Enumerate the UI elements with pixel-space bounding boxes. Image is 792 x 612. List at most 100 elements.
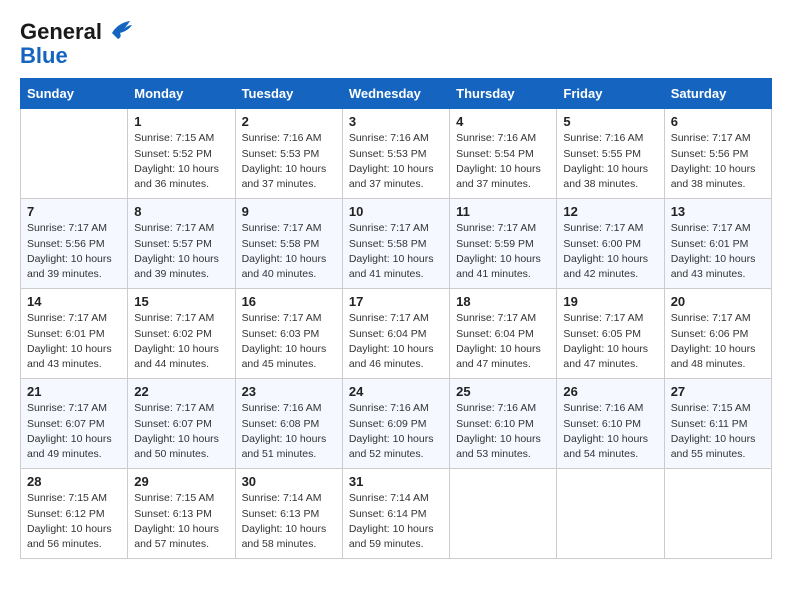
day-number: 19 (563, 294, 657, 309)
day-number: 16 (242, 294, 336, 309)
day-number: 3 (349, 114, 443, 129)
day-number: 26 (563, 384, 657, 399)
week-row-3: 14 Sunrise: 7:17 AMSunset: 6:01 PMDayligh… (21, 289, 772, 379)
calendar-cell: 1 Sunrise: 7:15 AMSunset: 5:52 PMDaylight… (128, 109, 235, 199)
day-info: Sunrise: 7:17 AMSunset: 5:56 PMDaylight:… (671, 131, 765, 192)
day-number: 18 (456, 294, 550, 309)
calendar-cell: 12 Sunrise: 7:17 AMSunset: 6:00 PMDayligh… (557, 199, 664, 289)
day-number: 12 (563, 204, 657, 219)
calendar-cell: 19Sunrise: 7:17 AMSunset: 6:05 PMDayligh… (557, 289, 664, 379)
header-cell-friday: Friday (557, 79, 664, 109)
day-info: Sunrise: 7:16 AMSunset: 6:10 PMDaylight:… (563, 401, 657, 462)
page-header: GeneralBlue (20, 20, 772, 68)
calendar-cell: 11 Sunrise: 7:17 AMSunset: 5:59 PMDayligh… (450, 199, 557, 289)
day-number: 22 (134, 384, 228, 399)
day-number: 30 (242, 474, 336, 489)
header-cell-monday: Monday (128, 79, 235, 109)
day-number: 31 (349, 474, 443, 489)
calendar-cell: 28 Sunrise: 7:15 AMSunset: 6:12 PMDayligh… (21, 469, 128, 559)
calendar-cell: 2 Sunrise: 7:16 AMSunset: 5:53 PMDaylight… (235, 109, 342, 199)
calendar-cell: 10 Sunrise: 7:17 AMSunset: 5:58 PMDayligh… (342, 199, 449, 289)
calendar-cell (557, 469, 664, 559)
calendar-cell: 22 Sunrise: 7:17 AMSunset: 6:07 PMDayligh… (128, 379, 235, 469)
calendar-cell: 24Sunrise: 7:16 AMSunset: 6:09 PMDayligh… (342, 379, 449, 469)
week-row-4: 21 Sunrise: 7:17 AMSunset: 6:07 PMDayligh… (21, 379, 772, 469)
week-row-2: 7 Sunrise: 7:17 AMSunset: 5:56 PMDaylight… (21, 199, 772, 289)
day-info: Sunrise: 7:17 AMSunset: 6:07 PMDaylight:… (134, 401, 228, 462)
calendar-cell: 25 Sunrise: 7:16 AMSunset: 6:10 PMDayligh… (450, 379, 557, 469)
day-number: 1 (134, 114, 228, 129)
day-info: Sunrise: 7:15 AMSunset: 6:13 PMDaylight:… (134, 491, 228, 552)
calendar-cell: 7 Sunrise: 7:17 AMSunset: 5:56 PMDaylight… (21, 199, 128, 289)
day-info: Sunrise: 7:15 AMSunset: 5:52 PMDaylight:… (134, 131, 228, 192)
calendar-cell: 27 Sunrise: 7:15 AMSunset: 6:11 PMDayligh… (664, 379, 771, 469)
calendar-cell: 9 Sunrise: 7:17 AMSunset: 5:58 PMDaylight… (235, 199, 342, 289)
day-number: 4 (456, 114, 550, 129)
day-info: Sunrise: 7:17 AMSunset: 6:06 PMDaylight:… (671, 311, 765, 372)
header-cell-saturday: Saturday (664, 79, 771, 109)
day-number: 10 (349, 204, 443, 219)
day-number: 9 (242, 204, 336, 219)
day-info: Sunrise: 7:17 AMSunset: 6:01 PMDaylight:… (671, 221, 765, 282)
calendar-cell (21, 109, 128, 199)
header-row: SundayMondayTuesdayWednesdayThursdayFrid… (21, 79, 772, 109)
calendar-cell (450, 469, 557, 559)
header-cell-sunday: Sunday (21, 79, 128, 109)
day-info: Sunrise: 7:17 AMSunset: 6:07 PMDaylight:… (27, 401, 121, 462)
calendar-table: SundayMondayTuesdayWednesdayThursdayFrid… (20, 78, 772, 559)
day-info: Sunrise: 7:16 AMSunset: 5:54 PMDaylight:… (456, 131, 550, 192)
calendar-cell: 30 Sunrise: 7:14 AMSunset: 6:13 PMDayligh… (235, 469, 342, 559)
day-info: Sunrise: 7:16 AMSunset: 6:10 PMDaylight:… (456, 401, 550, 462)
day-number: 17 (349, 294, 443, 309)
day-number: 14 (27, 294, 121, 309)
header-cell-tuesday: Tuesday (235, 79, 342, 109)
day-info: Sunrise: 7:16 AMSunset: 6:08 PMDaylight:… (242, 401, 336, 462)
day-info: Sunrise: 7:17 AMSunset: 5:58 PMDaylight:… (349, 221, 443, 282)
day-number: 20 (671, 294, 765, 309)
day-number: 23 (242, 384, 336, 399)
calendar-cell: 20 Sunrise: 7:17 AMSunset: 6:06 PMDayligh… (664, 289, 771, 379)
day-info: Sunrise: 7:14 AMSunset: 6:13 PMDaylight:… (242, 491, 336, 552)
calendar-cell: 31Sunrise: 7:14 AMSunset: 6:14 PMDayligh… (342, 469, 449, 559)
day-info: Sunrise: 7:17 AMSunset: 5:59 PMDaylight:… (456, 221, 550, 282)
logo: GeneralBlue (20, 20, 136, 68)
day-number: 21 (27, 384, 121, 399)
calendar-cell: 3 Sunrise: 7:16 AMSunset: 5:53 PMDaylight… (342, 109, 449, 199)
day-number: 11 (456, 204, 550, 219)
calendar-cell: 4 Sunrise: 7:16 AMSunset: 5:54 PMDaylight… (450, 109, 557, 199)
calendar-cell: 6 Sunrise: 7:17 AMSunset: 5:56 PMDaylight… (664, 109, 771, 199)
day-info: Sunrise: 7:17 AMSunset: 6:01 PMDaylight:… (27, 311, 121, 372)
calendar-cell: 21 Sunrise: 7:17 AMSunset: 6:07 PMDayligh… (21, 379, 128, 469)
calendar-cell: 29 Sunrise: 7:15 AMSunset: 6:13 PMDayligh… (128, 469, 235, 559)
day-info: Sunrise: 7:17 AMSunset: 5:58 PMDaylight:… (242, 221, 336, 282)
day-number: 25 (456, 384, 550, 399)
day-number: 29 (134, 474, 228, 489)
day-info: Sunrise: 7:16 AMSunset: 5:53 PMDaylight:… (349, 131, 443, 192)
day-number: 6 (671, 114, 765, 129)
calendar-cell: 15Sunrise: 7:17 AMSunset: 6:02 PMDayligh… (128, 289, 235, 379)
day-number: 24 (349, 384, 443, 399)
day-info: Sunrise: 7:15 AMSunset: 6:11 PMDaylight:… (671, 401, 765, 462)
calendar-cell (664, 469, 771, 559)
day-info: Sunrise: 7:17 AMSunset: 6:02 PMDaylight:… (134, 311, 228, 372)
day-number: 13 (671, 204, 765, 219)
day-number: 7 (27, 204, 121, 219)
day-number: 28 (27, 474, 121, 489)
logo-text: GeneralBlue (20, 20, 102, 68)
day-info: Sunrise: 7:17 AMSunset: 5:57 PMDaylight:… (134, 221, 228, 282)
week-row-5: 28 Sunrise: 7:15 AMSunset: 6:12 PMDayligh… (21, 469, 772, 559)
day-info: Sunrise: 7:15 AMSunset: 6:12 PMDaylight:… (27, 491, 121, 552)
day-info: Sunrise: 7:17 AMSunset: 6:00 PMDaylight:… (563, 221, 657, 282)
calendar-cell: 17 Sunrise: 7:17 AMSunset: 6:04 PMDayligh… (342, 289, 449, 379)
day-info: Sunrise: 7:17 AMSunset: 5:56 PMDaylight:… (27, 221, 121, 282)
day-info: Sunrise: 7:16 AMSunset: 5:55 PMDaylight:… (563, 131, 657, 192)
day-info: Sunrise: 7:17 AMSunset: 6:03 PMDaylight:… (242, 311, 336, 372)
day-info: Sunrise: 7:17 AMSunset: 6:04 PMDaylight:… (349, 311, 443, 372)
day-number: 2 (242, 114, 336, 129)
calendar-cell: 8Sunrise: 7:17 AMSunset: 5:57 PMDaylight… (128, 199, 235, 289)
day-number: 27 (671, 384, 765, 399)
calendar-cell: 23 Sunrise: 7:16 AMSunset: 6:08 PMDayligh… (235, 379, 342, 469)
day-info: Sunrise: 7:16 AMSunset: 5:53 PMDaylight:… (242, 131, 336, 192)
week-row-1: 1 Sunrise: 7:15 AMSunset: 5:52 PMDaylight… (21, 109, 772, 199)
calendar-cell: 16 Sunrise: 7:17 AMSunset: 6:03 PMDayligh… (235, 289, 342, 379)
